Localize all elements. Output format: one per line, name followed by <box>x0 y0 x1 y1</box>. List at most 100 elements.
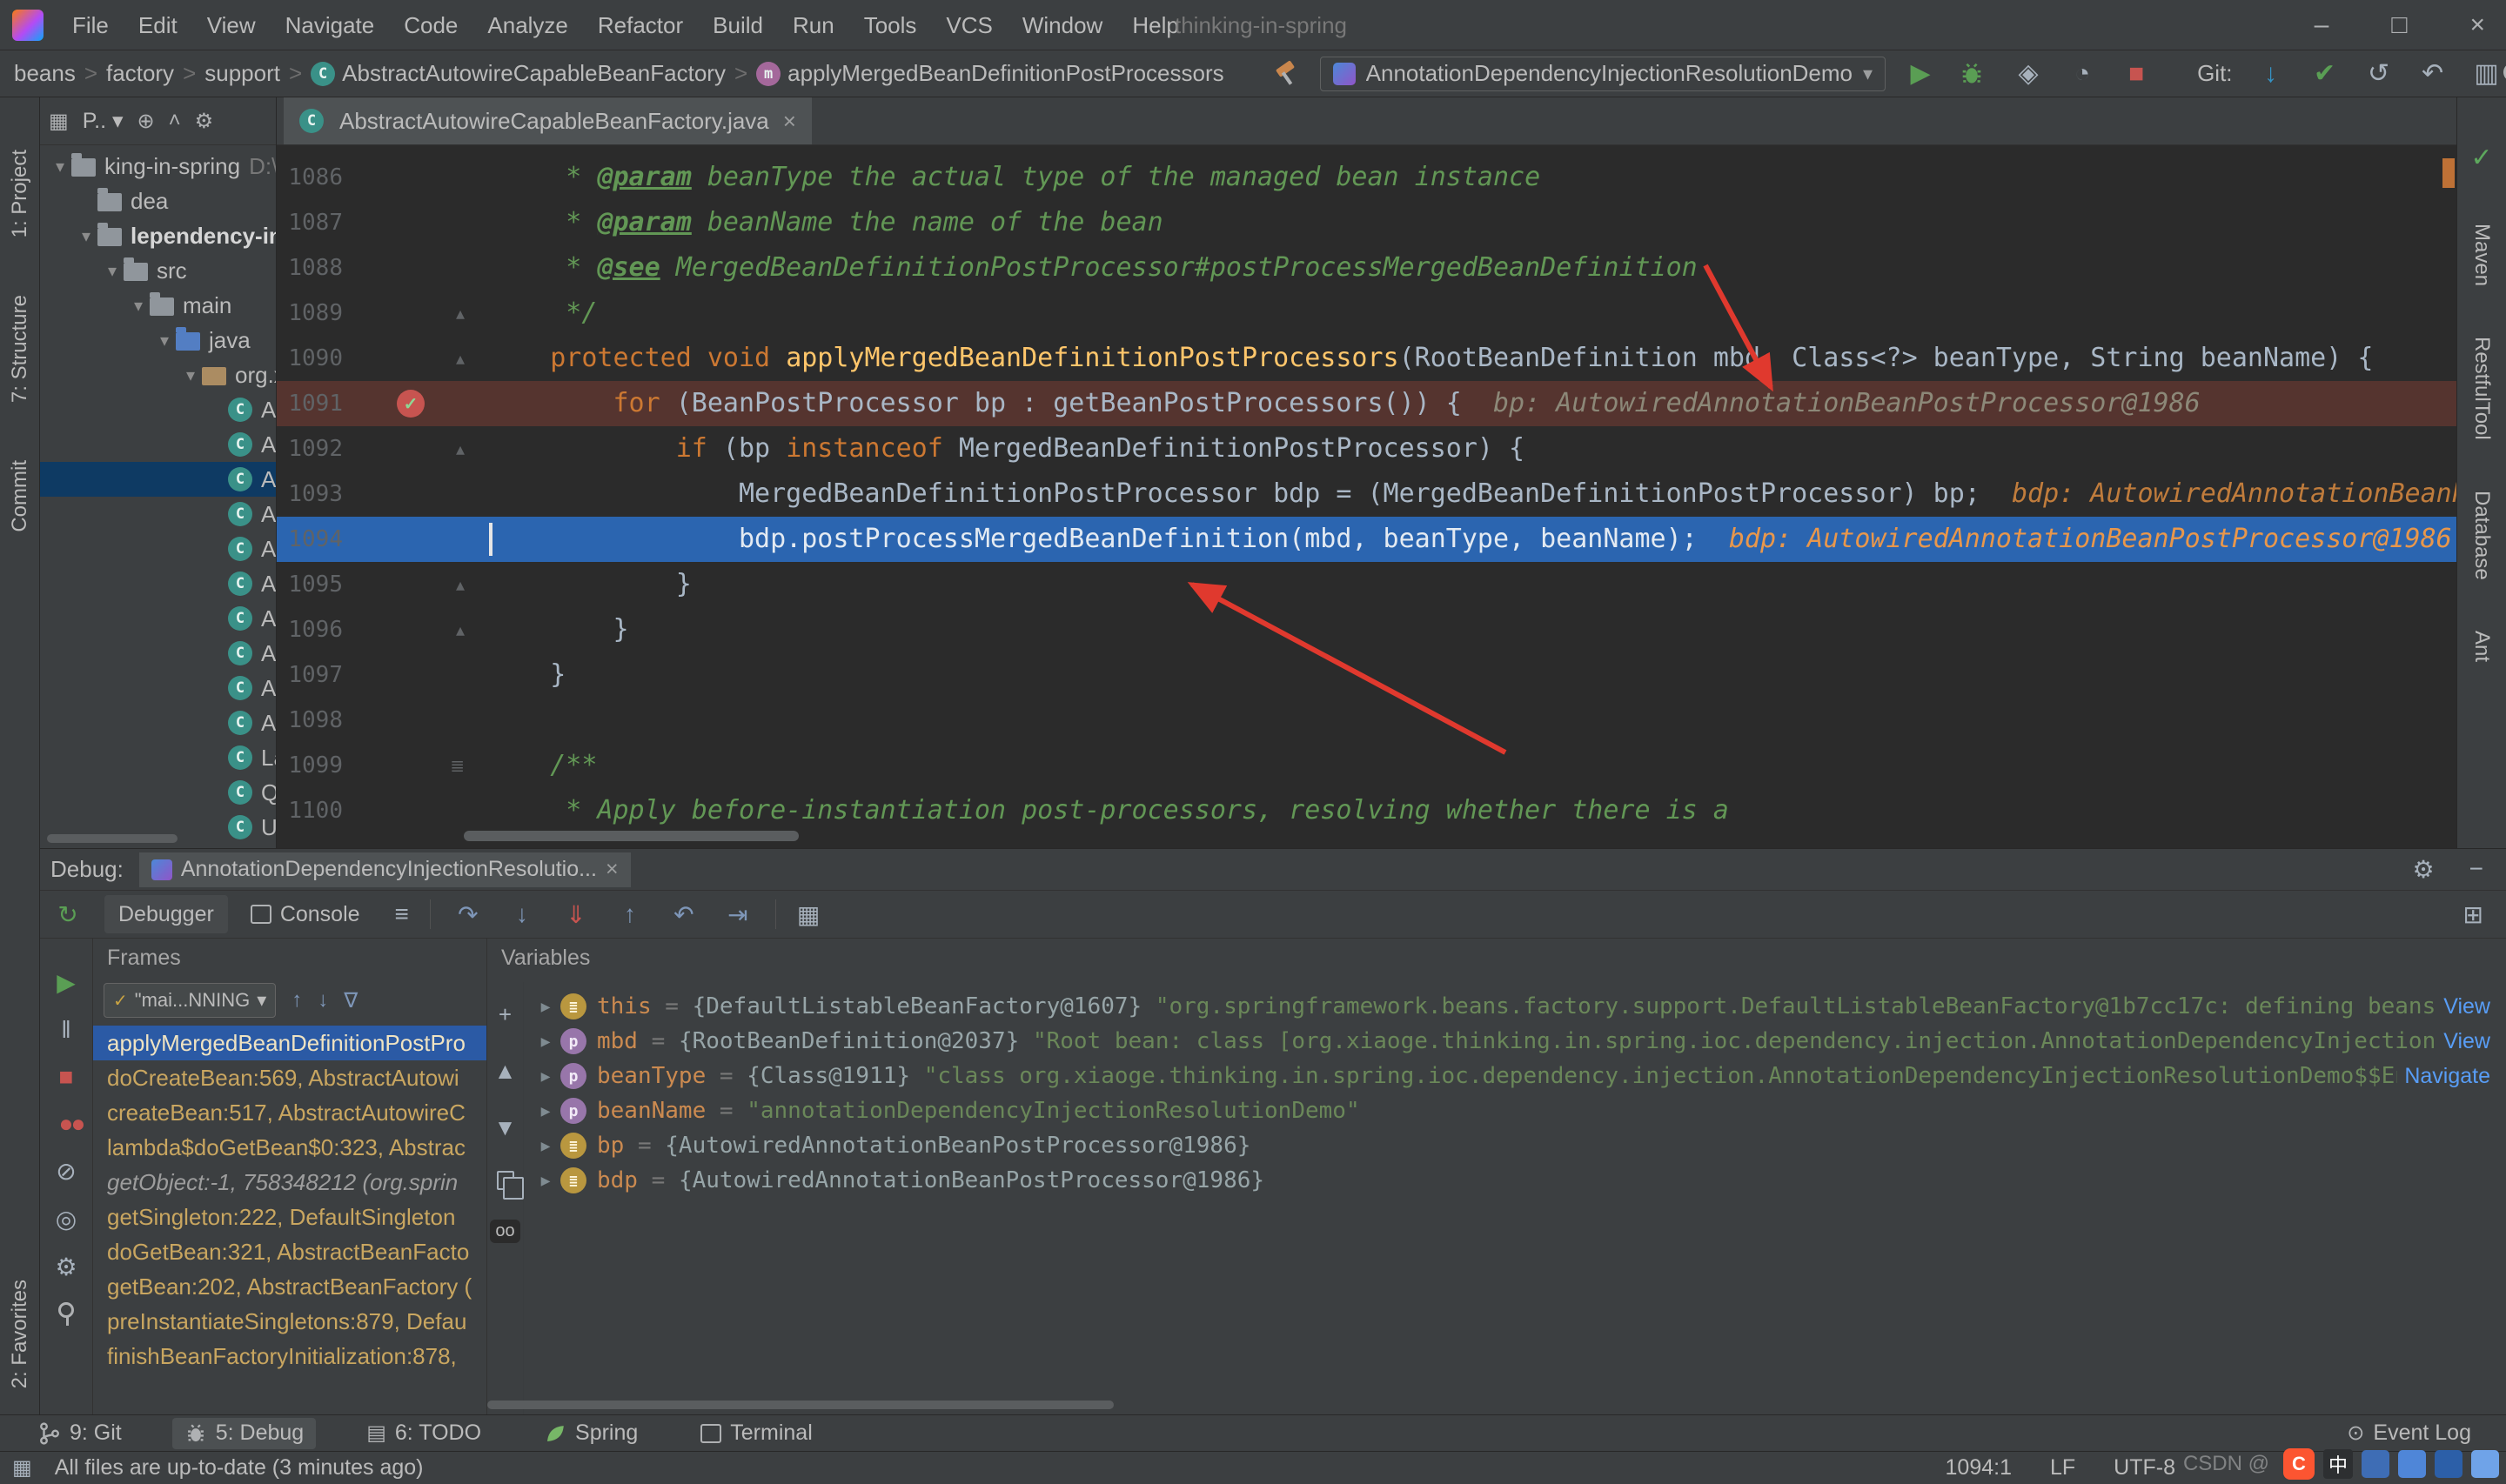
toolwindow-button-restfultool[interactable]: RestfulTool <box>2469 337 2494 440</box>
watches-badge[interactable]: oo <box>490 1220 519 1243</box>
code-line-1092[interactable]: 1092▴ if (bp instanceof MergedBeanDefini… <box>277 426 2456 471</box>
thread-dump-icon[interactable]: ◎ <box>56 1205 77 1233</box>
update-project-icon[interactable]: ↓ <box>2255 59 2287 89</box>
fold-marker-icon[interactable]: ▴ <box>456 303 465 324</box>
stop-button[interactable]: ■ <box>2121 59 2152 89</box>
evaluate-icon[interactable]: ▦ <box>797 900 820 929</box>
toolwindow-terminal[interactable]: Terminal <box>688 1418 824 1449</box>
toolwindow-button-1-project[interactable]: 1: Project <box>8 150 32 237</box>
code-line-1089[interactable]: 1089▴ */ <box>277 291 2456 336</box>
expand-arrow-icon[interactable]: ▶ <box>531 1033 560 1051</box>
build-hammer-icon[interactable] <box>1273 61 1299 87</box>
stack-frame-getsingleton[interactable]: getSingleton:222, DefaultSingleton <box>93 1200 486 1234</box>
fold-marker-icon[interactable]: ▴ <box>456 619 465 641</box>
stack-frame-applymergedbeandefinitionpostpro[interactable]: applyMergedBeanDefinitionPostPro <box>93 1026 486 1060</box>
collapse-all-icon[interactable]: ˄ <box>169 109 181 133</box>
history-icon[interactable]: ↺ <box>2363 58 2395 89</box>
toolwindow-button-7-structure[interactable]: 7: Structure <box>8 295 32 403</box>
close-icon[interactable]: × <box>606 857 619 882</box>
code-line-1086[interactable]: 1086 * @param beanType the actual type o… <box>277 155 2456 200</box>
stack-frame-lambda-dogetbean-0[interactable]: lambda$doGetBean$0:323, Abstrac <box>93 1130 486 1165</box>
close-icon[interactable]: × <box>783 108 796 135</box>
code-line-1091[interactable]: 1091✓ for (BeanPostProcessor bp : getBea… <box>277 381 2456 426</box>
next-frame-icon[interactable]: ↓ <box>318 988 328 1013</box>
search-icon[interactable] <box>2503 62 2506 86</box>
toolwindow-button-maven[interactable]: Maven <box>2469 224 2494 286</box>
tree-item-annotati[interactable]: CAnnotati <box>40 462 276 497</box>
rerun-icon[interactable]: ↻ <box>52 900 84 929</box>
menu-build[interactable]: Build <box>698 0 778 50</box>
fold-marker-icon[interactable]: ▴ <box>456 348 465 370</box>
tree-item-qualifier[interactable]: CQualifier <box>40 775 276 810</box>
gear-icon[interactable]: ⚙ <box>2413 855 2435 884</box>
mute-breakpoints-icon[interactable]: ⊘ <box>56 1157 76 1186</box>
code-line-1093[interactable]: 1093 MergedBeanDefinitionPostProcessor b… <box>277 471 2456 517</box>
expand-chevron-icon[interactable]: ▾ <box>153 330 176 351</box>
stack-frame-finishbeanfactoryinitialization[interactable]: finishBeanFactoryInitialization:878, <box>93 1339 486 1374</box>
variables-hscrollbar[interactable] <box>487 1400 1114 1409</box>
breadcrumb-item-abstractautowirecapablebeanfactory[interactable]: AbstractAutowireCapableBeanFactory <box>342 60 726 87</box>
stack-frame-createbean[interactable]: createBean:517, AbstractAutowireC <box>93 1095 486 1130</box>
variable-row-this[interactable]: ▶≣this = {DefaultListableBeanFactory@160… <box>524 989 2506 1024</box>
run-button[interactable]: ▶ <box>1905 58 1936 89</box>
tab-console[interactable]: Console <box>237 895 374 933</box>
fold-marker-icon[interactable]: ▴ <box>456 438 465 460</box>
editor-hscrollbar[interactable] <box>464 831 799 841</box>
event-log-button[interactable]: ⊙ Event Log <box>2347 1420 2506 1446</box>
tree-item-autowir[interactable]: CAutowir <box>40 671 276 705</box>
expand-arrow-icon[interactable]: ▶ <box>531 1102 560 1120</box>
code-line-1094[interactable]: 1094 bdp.postProcessMergedBeanDefinition… <box>277 517 2456 562</box>
copy-icon[interactable] <box>497 1171 514 1190</box>
expand-arrow-icon[interactable]: ▶ <box>531 998 560 1016</box>
stack-frame-docreatebean[interactable]: doCreateBean:569, AbstractAutowi <box>93 1060 486 1095</box>
close-icon[interactable]: × <box>2469 0 2485 50</box>
code-line-1095[interactable]: 1095▴ } <box>277 562 2456 607</box>
expand-chevron-icon[interactable]: ▾ <box>127 295 150 317</box>
debug-session-tab[interactable]: AnnotationDependencyInjectionResolutio..… <box>139 852 631 887</box>
code-line-1090[interactable]: 1090▴ protected void applyMergedBeanDefi… <box>277 336 2456 381</box>
gear-icon[interactable]: ⚙ <box>195 109 214 134</box>
tree-item-src[interactable]: ▾src <box>40 253 276 288</box>
drop-frame-icon[interactable]: ↶ <box>667 900 700 929</box>
rollback-icon[interactable]: ↶ <box>2417 58 2449 89</box>
hide-icon[interactable]: − <box>2469 855 2483 884</box>
tree-item-lazyann[interactable]: CLazyAnn <box>40 740 276 775</box>
toolwindow-button-2-favorites[interactable]: 2: Favorites <box>8 1280 32 1388</box>
variable-row-mbd[interactable]: ▶pmbd = {RootBeanDefinition@2037} "Root … <box>524 1024 2506 1059</box>
shelf-icon[interactable]: ▥ <box>2471 58 2503 89</box>
menu-refactor[interactable]: Refactor <box>583 0 698 50</box>
tab-debugger[interactable]: Debugger <box>104 895 228 933</box>
caret-position[interactable]: 1094:1 <box>1946 1455 2012 1481</box>
toolwindow-6-todo[interactable]: ▤6: TODO <box>354 1418 493 1449</box>
commit-icon[interactable]: ✔ <box>2309 58 2341 89</box>
menu-tools[interactable]: Tools <box>849 0 932 50</box>
breadcrumb-item-applymergedbeandefinitionpostprocessors[interactable]: applyMergedBeanDefinitionPostProcessors <box>787 60 1224 87</box>
minimize-icon[interactable]: – <box>2315 0 2329 50</box>
expand-chevron-icon[interactable]: ▾ <box>179 364 202 386</box>
menu-edit[interactable]: Edit <box>124 0 192 50</box>
menu-navigate[interactable]: Navigate <box>271 0 390 50</box>
tree-item-king-in-spring[interactable]: ▾king-in-springD:\work <box>40 149 276 184</box>
project-hscrollbar[interactable] <box>47 834 178 843</box>
code-line-1098[interactable]: 1098 <box>277 698 2456 743</box>
tree-item-annotati[interactable]: CAnnotati <box>40 392 276 427</box>
tree-item-annotati[interactable]: CAnnotati <box>40 531 276 566</box>
settings-gear-icon[interactable]: ⚙ <box>55 1253 77 1281</box>
variable-row-bp[interactable]: ▶≣bp = {AutowiredAnnotationBeanPostProce… <box>524 1128 2506 1163</box>
run-configuration-select[interactable]: AnnotationDependencyInjectionResolutionD… <box>1320 57 1886 91</box>
force-step-into-icon[interactable]: ⇓ <box>559 900 593 929</box>
code-line-1088[interactable]: 1088 * @see MergedBeanDefinitionPostProc… <box>277 245 2456 291</box>
layout-settings-icon[interactable]: ⊞ <box>2463 900 2506 929</box>
step-into-icon[interactable]: ↓ <box>506 900 539 928</box>
encoding[interactable]: UTF-8 <box>2114 1455 2175 1481</box>
stack-frame-getobject[interactable]: getObject:-1, 758348212 (org.sprin <box>93 1165 486 1200</box>
editor-tab[interactable]: C AbstractAutowireCapableBeanFactory.jav… <box>284 97 812 144</box>
stack-frame-dogetbean[interactable]: doGetBean:321, AbstractBeanFacto <box>93 1234 486 1269</box>
menu-file[interactable]: File <box>57 0 124 50</box>
code-line-1096[interactable]: 1096▴ } <box>277 607 2456 652</box>
prev-frame-icon[interactable]: ↑ <box>291 988 302 1013</box>
view-link[interactable]: View <box>2443 994 2490 1019</box>
toolwindow-button-database[interactable]: Database <box>2469 491 2494 580</box>
locate-file-icon[interactable]: ⊕ <box>137 109 155 134</box>
hamburger-icon[interactable]: ≡ <box>395 900 409 928</box>
